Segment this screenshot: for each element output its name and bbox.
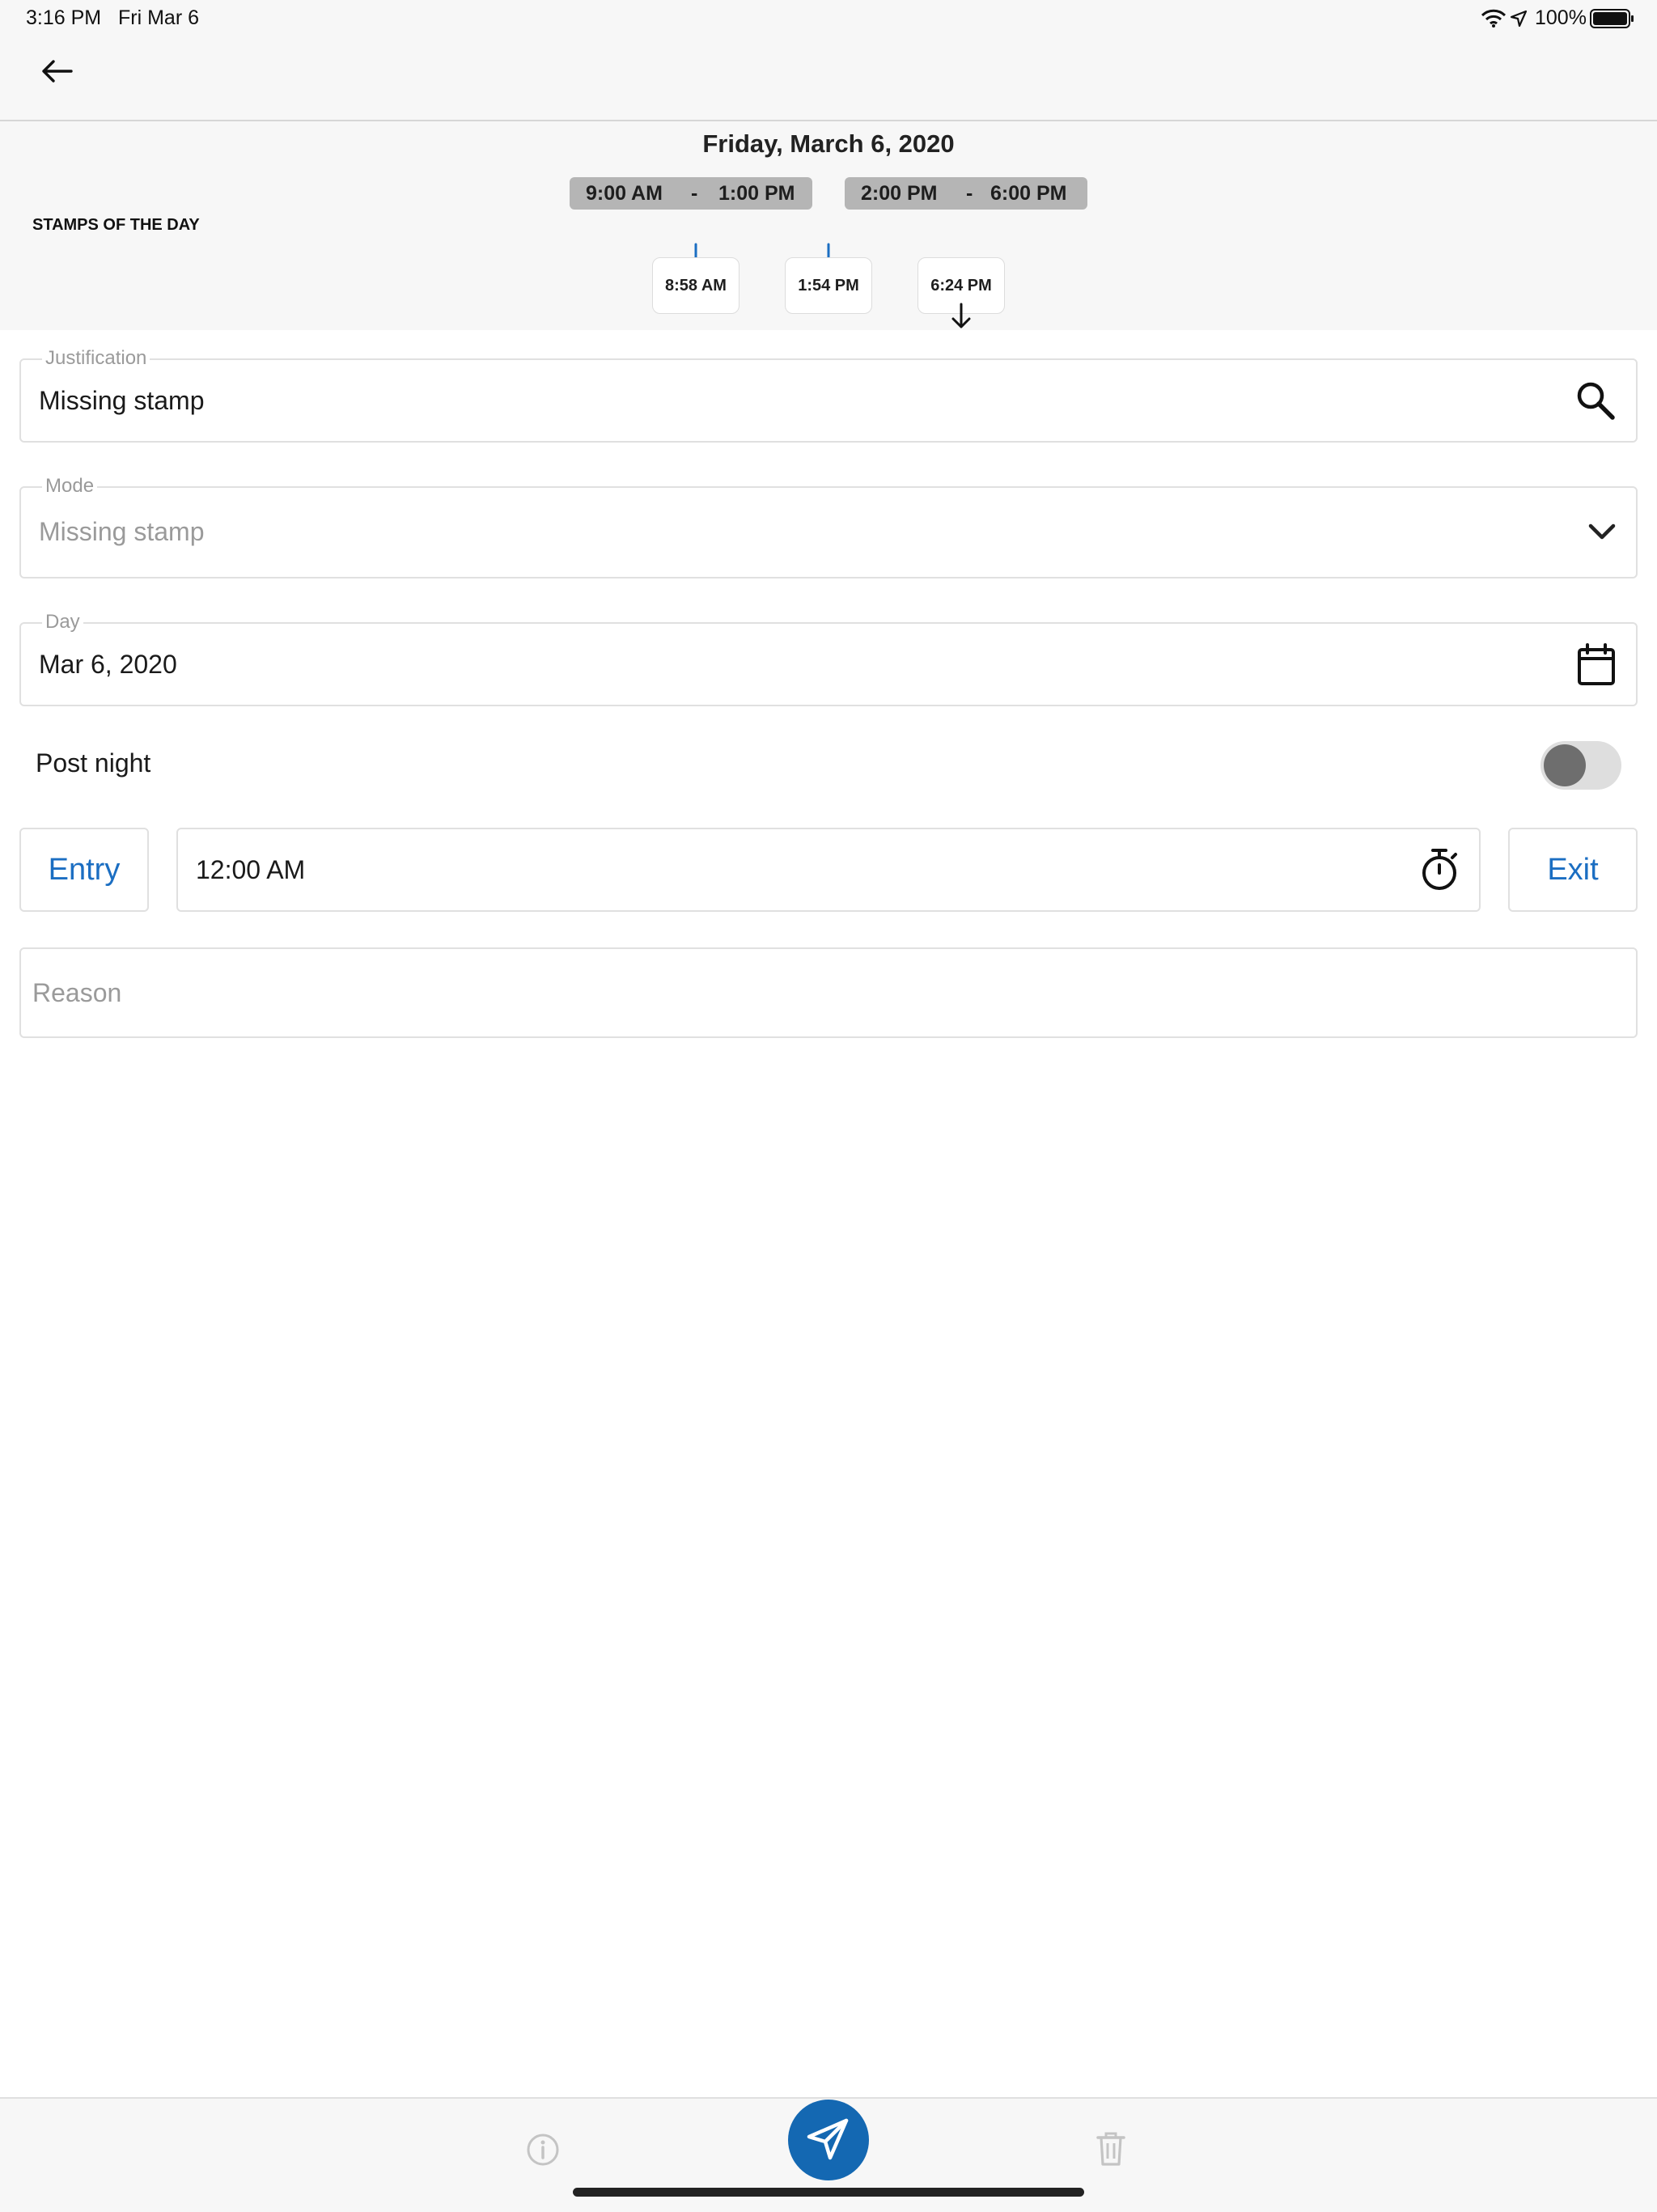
send-button[interactable] xyxy=(788,2100,869,2180)
trash-icon[interactable] xyxy=(1095,2130,1127,2172)
status-date: Fri Mar 6 xyxy=(118,6,199,29)
schedule-start: 2:00 PM xyxy=(861,181,938,205)
stamp-time: 1:54 PM xyxy=(798,276,859,295)
mode-value: Missing stamp xyxy=(39,517,205,546)
day-field[interactable]: Day Mar 6, 2020 xyxy=(19,611,1638,706)
wifi-icon xyxy=(1481,8,1507,32)
battery-icon xyxy=(1590,8,1635,33)
justification-value: Missing stamp xyxy=(39,386,205,415)
chevron-down-icon xyxy=(1587,522,1617,545)
reason-field[interactable]: Reason xyxy=(19,947,1638,1038)
arrow-left-icon xyxy=(40,59,73,87)
stamps-of-the-day-label: STAMPS OF THE DAY xyxy=(32,216,200,234)
schedule-separator: - xyxy=(691,181,698,205)
time-value: 12:00 AM xyxy=(196,855,306,884)
schedule-end: 1:00 PM xyxy=(718,181,795,205)
calendar-icon[interactable] xyxy=(1576,643,1617,691)
back-button[interactable] xyxy=(36,53,78,92)
stamp-item[interactable]: 1:54 PM xyxy=(785,257,872,314)
stamp-time: 8:58 AM xyxy=(665,276,727,295)
date-title: Friday, March 6, 2020 xyxy=(702,129,955,158)
info-icon[interactable] xyxy=(526,2133,560,2171)
justification-label: Justification xyxy=(42,347,150,370)
schedule-end: 6:00 PM xyxy=(990,181,1067,205)
day-label: Day xyxy=(42,611,83,634)
stopwatch-icon[interactable] xyxy=(1419,847,1460,896)
send-icon xyxy=(804,2114,853,2167)
mode-select[interactable]: Mode Missing stamp xyxy=(19,475,1638,578)
day-value: Mar 6, 2020 xyxy=(39,650,177,679)
location-arrow-icon xyxy=(1510,10,1528,32)
justification-field[interactable]: Justification Missing stamp xyxy=(19,347,1638,443)
stamp-item[interactable]: 8:58 AM xyxy=(652,257,740,314)
mode-label: Mode xyxy=(42,475,98,498)
home-indicator xyxy=(573,2188,1084,2197)
schedule-start: 9:00 AM xyxy=(586,181,663,205)
entry-button-label: Entry xyxy=(48,852,121,887)
battery-percent: 100% xyxy=(1535,6,1587,29)
exit-arrow-icon xyxy=(950,303,973,334)
exit-button[interactable]: Exit xyxy=(1508,828,1638,912)
status-time: 3:16 PM xyxy=(26,6,102,29)
toggle-knob xyxy=(1544,744,1586,786)
reason-placeholder: Reason xyxy=(32,978,122,1007)
post-night-toggle[interactable] xyxy=(1540,741,1621,790)
schedule-separator: - xyxy=(966,181,973,205)
time-field[interactable]: 12:00 AM xyxy=(176,828,1481,912)
entry-button[interactable]: Entry xyxy=(19,828,149,912)
exit-button-label: Exit xyxy=(1547,852,1599,887)
post-night-label: Post night xyxy=(36,748,151,778)
search-icon[interactable] xyxy=(1574,379,1617,426)
schedule-chip: 9:00 AM - 1:00 PM xyxy=(570,177,812,210)
stamp-time: 6:24 PM xyxy=(930,276,992,295)
schedule-chip: 2:00 PM - 6:00 PM xyxy=(845,177,1087,210)
top-bar xyxy=(0,0,1657,121)
